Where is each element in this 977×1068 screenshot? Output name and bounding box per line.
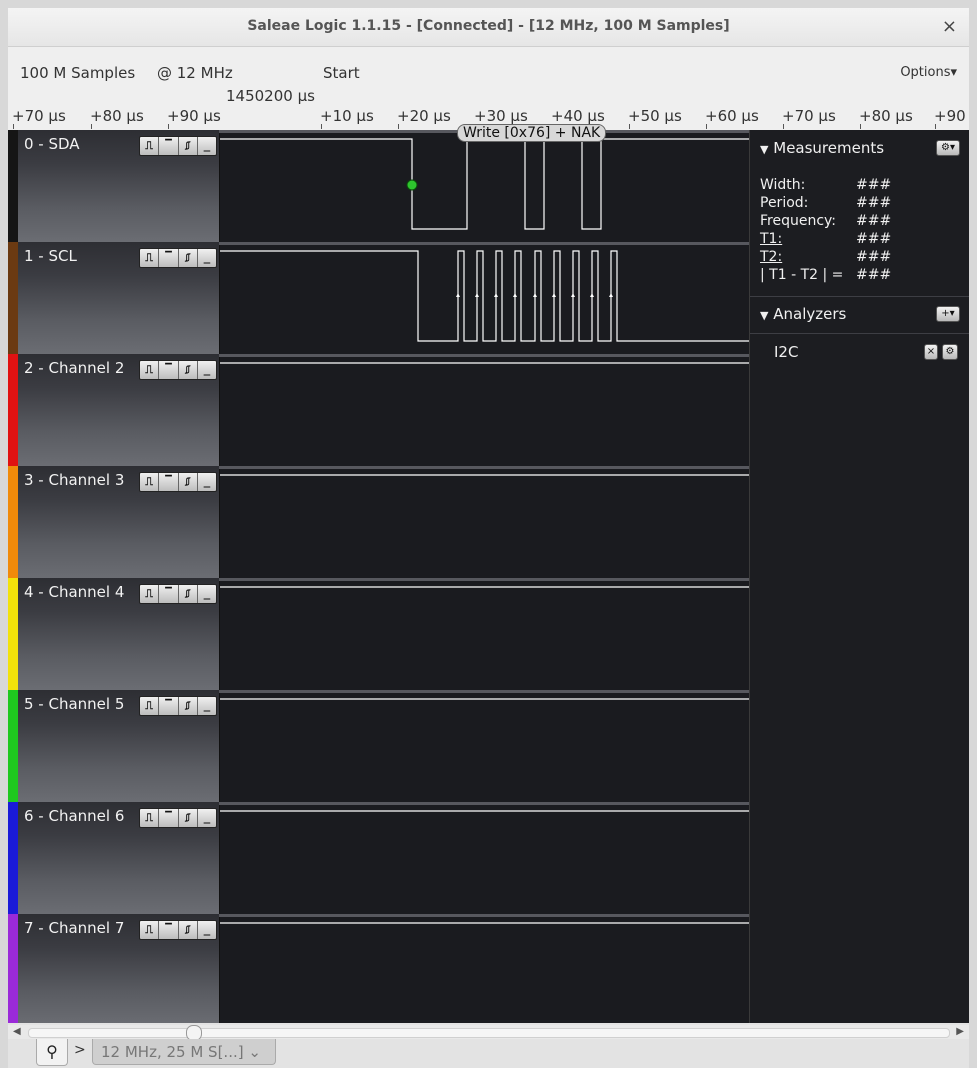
measurement-value: ### — [856, 177, 892, 193]
add-icon[interactable]: +▾ — [936, 306, 960, 322]
bottom-bar: ◀ ▶ ⚲ > 12 MHz, 25 M S[...] ⌄ — [8, 1023, 969, 1068]
clock-edge-marker — [571, 293, 575, 297]
measurement-label: | T1 - T2 | = — [760, 267, 844, 283]
clock-edge-marker — [456, 293, 460, 297]
gear-icon[interactable]: ⚙▾ — [936, 140, 960, 156]
analyzers-title: Analyzers — [773, 305, 847, 323]
ruler-tick: +90 — [934, 107, 966, 129]
sidebar: ▼ Measurements ⚙▾ Width: ### Period: ### Fre… — [749, 130, 969, 1023]
measurement-label[interactable]: T2: — [760, 249, 782, 265]
analyzers-header[interactable]: ▼ Analyzers — [760, 305, 846, 323]
divider — [750, 333, 969, 334]
measurement-label: Width: — [760, 177, 806, 193]
title-bar: Saleae Logic 1.1.15 - [Connected] - [12 … — [8, 8, 969, 47]
tab-more-button[interactable]: > — [74, 1042, 86, 1058]
divider — [750, 296, 969, 297]
clock-edge-marker — [513, 293, 517, 297]
window-title: Saleae Logic 1.1.15 - [Connected] - [12 … — [247, 18, 730, 34]
scroll-track[interactable] — [28, 1028, 950, 1038]
measurement-value: ### — [856, 195, 892, 211]
measurements-title: Measurements — [773, 139, 885, 157]
waveform-canvas[interactable] — [8, 130, 749, 1023]
ruler-tick: +90 µs — [167, 107, 221, 129]
ruler-tick: +80 µs — [859, 107, 913, 129]
measurement-value: ### — [856, 231, 892, 247]
search-icon[interactable]: ⚲ — [36, 1039, 68, 1066]
clock-edge-marker — [609, 293, 613, 297]
measurement-value: ### — [856, 267, 892, 283]
ruler-tick: +10 µs — [320, 107, 374, 129]
start-marker[interactable] — [406, 179, 418, 191]
ruler-tick: +20 µs — [397, 107, 451, 129]
session-tabs: ⚲ > 12 MHz, 25 M S[...] ⌄ — [8, 1039, 969, 1068]
capture-info-bar: 100 M Samples @ 12 MHz Start 1450200 µs … — [8, 47, 969, 105]
gear-icon[interactable]: ⚙ — [942, 344, 958, 360]
measurement-value: ### — [856, 213, 892, 229]
sample-count[interactable]: 100 M Samples — [20, 64, 135, 82]
ruler-tick: +30 µs — [474, 107, 528, 129]
measurements-header[interactable]: ▼ Measurements — [760, 139, 884, 157]
measurement-label[interactable]: T1: — [760, 231, 782, 247]
ruler-tick: +80 µs — [90, 107, 144, 129]
horizontal-scrollbar[interactable]: ◀ ▶ — [8, 1025, 969, 1041]
scroll-right-icon[interactable]: ▶ — [956, 1026, 964, 1037]
clock-edge-marker — [552, 293, 556, 297]
ruler-tick: +60 µs — [705, 107, 759, 129]
tab-session[interactable]: 12 MHz, 25 M S[...] ⌄ — [92, 1039, 276, 1065]
scl-waveform — [220, 250, 749, 342]
clock-edge-marker — [494, 293, 498, 297]
analyzer-item-i2c[interactable]: I2C — [774, 343, 798, 361]
sda-waveform — [220, 138, 749, 230]
clock-edge-marker — [590, 293, 594, 297]
chevron-down-icon: ▼ — [760, 143, 769, 156]
ruler-tick: +70 µs — [12, 107, 66, 129]
chevron-down-icon: ▼ — [760, 309, 769, 322]
clock-edge-marker — [533, 293, 537, 297]
ruler-tick: +40 µs — [551, 107, 605, 129]
ruler-tick: +70 µs — [782, 107, 836, 129]
measurement-value: ### — [856, 249, 892, 265]
time-position: 1450200 µs — [226, 87, 315, 105]
ruler-tick: +50 µs — [628, 107, 682, 129]
measurement-label: Frequency: — [760, 213, 837, 229]
clock-edge-marker — [475, 293, 479, 297]
scroll-left-icon[interactable]: ◀ — [13, 1026, 21, 1037]
close-icon[interactable]: × — [942, 16, 957, 37]
app-window: Saleae Logic 1.1.15 - [Connected] - [12 … — [8, 8, 969, 1068]
channel-area[interactable]: 7 - Channel 7 ⎍ ▔ ⎎ _ 6 - Channel 6 ⎍ ▔ ⎎ _ 5 - Ch… — [8, 130, 749, 1026]
start-button[interactable]: Start — [323, 64, 360, 82]
remove-analyzer-icon[interactable]: × — [924, 344, 938, 360]
options-menu[interactable]: Options▾ — [900, 65, 957, 80]
i2c-decode-bubble[interactable]: Write [0x76] + NAK — [457, 124, 607, 142]
sample-rate[interactable]: @ 12 MHz — [157, 64, 233, 82]
measurement-label: Period: — [760, 195, 809, 211]
